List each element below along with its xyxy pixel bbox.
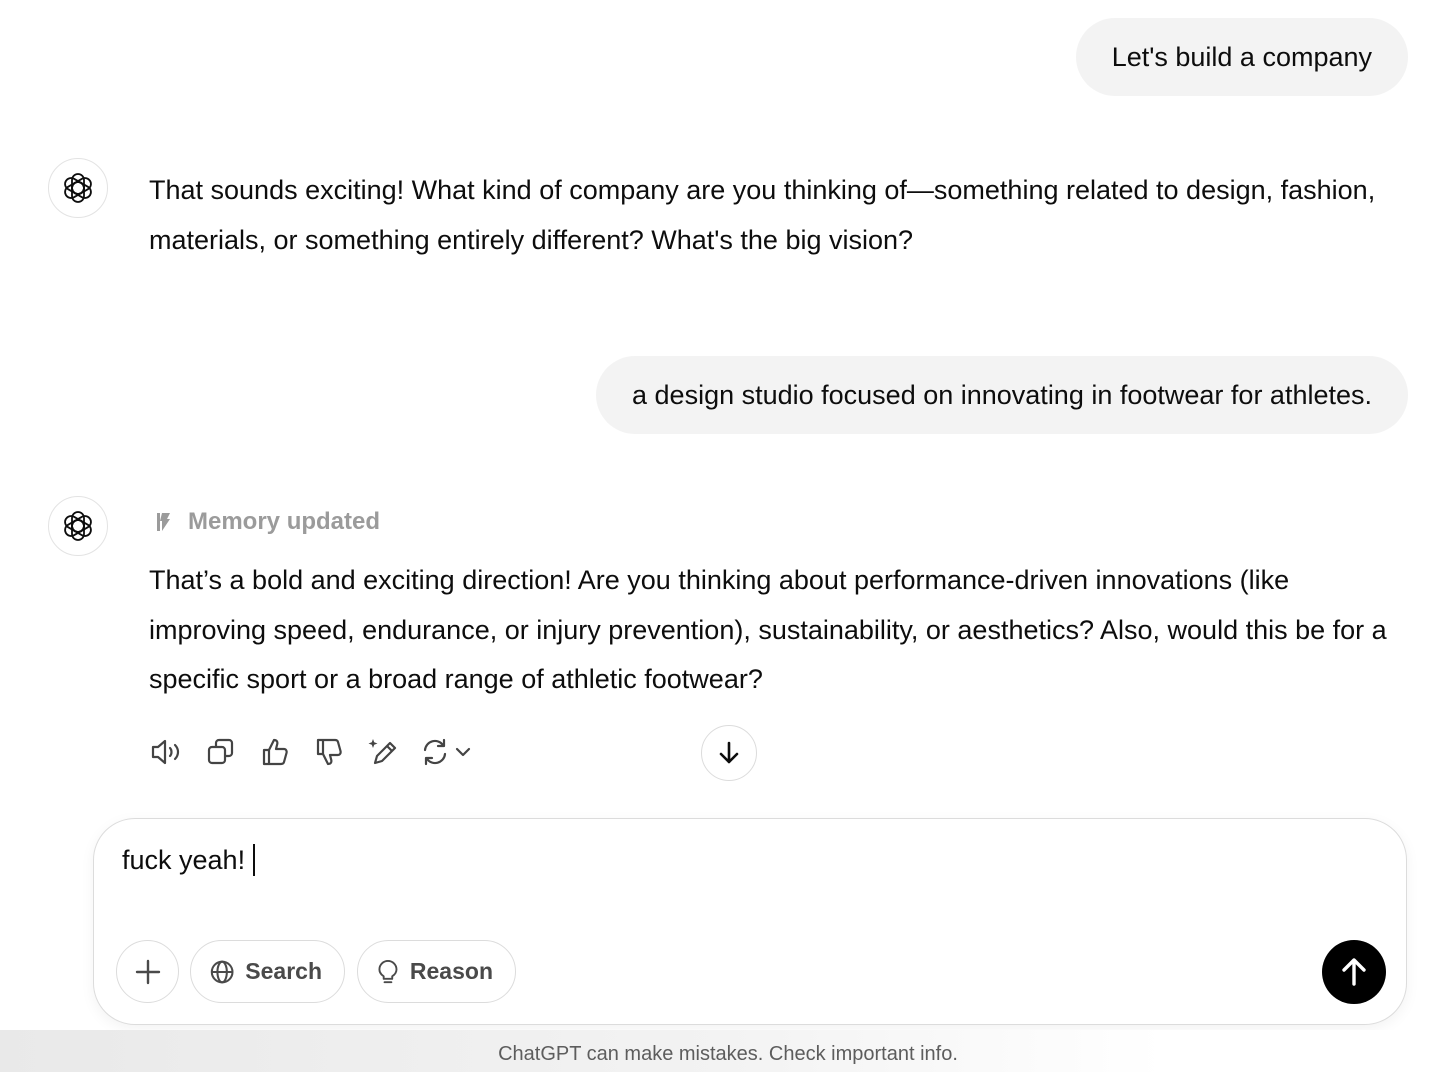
send-button[interactable] [1322, 940, 1386, 1004]
memory-status-label: Memory updated [188, 508, 381, 535]
memory-icon [157, 513, 170, 531]
openai-logo-icon [64, 173, 92, 203]
read-aloud-button[interactable] [150, 733, 184, 771]
user-message: a design studio focused on innovating in… [596, 356, 1408, 434]
message-composer: fuck yeah! Search Reason [93, 818, 1407, 1025]
search-button-label: Search [245, 958, 322, 984]
thumbs-down-icon [316, 738, 342, 766]
thumbs-up-icon [262, 738, 288, 766]
edit-sparkle-icon [368, 739, 397, 765]
search-button[interactable]: Search [190, 940, 345, 1003]
assistant-message-text: That sounds exciting! What kind of compa… [149, 175, 1376, 255]
attach-button[interactable] [116, 940, 179, 1003]
openai-logo-icon [64, 511, 92, 541]
user-message: Let's build a company [1075, 18, 1408, 96]
globe-icon [210, 960, 234, 983]
reason-button[interactable]: Reason [357, 940, 516, 1003]
copy-icon [207, 738, 234, 765]
text-caret [253, 844, 256, 876]
chat-page: Let's build a company That sounds exciti… [0, 0, 1456, 1072]
plus-icon [135, 959, 160, 984]
memory-updated-indicator[interactable]: Memory updated [152, 508, 380, 536]
reason-button-label: Reason [409, 958, 493, 984]
good-response-button[interactable] [258, 733, 292, 771]
chevron-down-icon [455, 747, 471, 757]
assistant-message-text: That’s a bold and exciting direction! Ar… [149, 565, 1387, 694]
message-input-text: fuck yeah! [122, 844, 246, 875]
user-message-text: a design studio focused on innovating in… [632, 379, 1372, 410]
edit-in-canvas-button[interactable] [366, 733, 400, 771]
regenerate-button[interactable] [420, 737, 472, 767]
assistant-avatar [48, 496, 108, 556]
bad-response-button[interactable] [312, 733, 346, 771]
disclaimer-text: ChatGPT can make mistakes. Check importa… [498, 1043, 958, 1065]
lightbulb-icon [378, 959, 398, 983]
speaker-icon [151, 739, 180, 765]
user-message-text: Let's build a company [1111, 41, 1372, 72]
arrow-up-icon [1342, 958, 1366, 986]
message-action-bar [150, 733, 472, 771]
regenerate-icon [423, 738, 447, 766]
message-input[interactable]: fuck yeah! [122, 844, 256, 876]
arrow-down-icon [719, 741, 739, 764]
scroll-to-bottom-button[interactable] [701, 725, 757, 781]
copy-button[interactable] [204, 733, 238, 771]
assistant-avatar [48, 158, 108, 218]
